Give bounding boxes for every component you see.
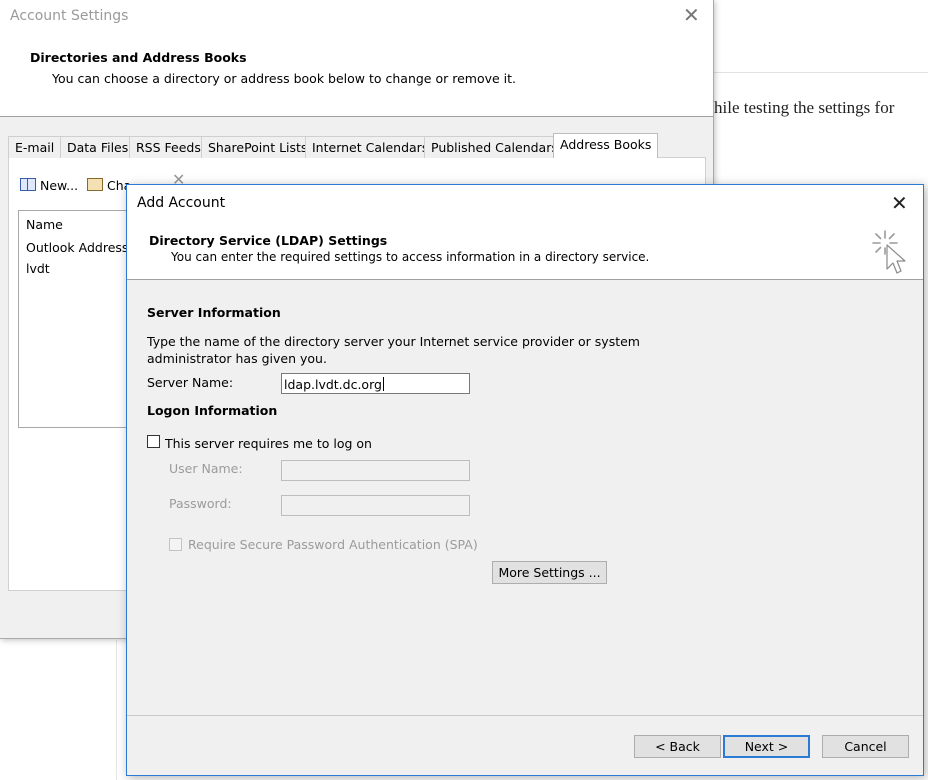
server-description-line2: administrator has given you. <box>147 351 327 366</box>
list-item-lvdt[interactable]: lvdt <box>26 261 50 276</box>
more-settings-button[interactable]: More Settings ... <box>492 561 607 584</box>
logon-information-heading: Logon Information <box>147 403 278 418</box>
user-name-label: User Name: <box>169 461 243 476</box>
cancel-button[interactable]: Cancel <box>822 735 909 758</box>
server-description-line1: Type the name of the directory server yo… <box>147 334 640 349</box>
account-settings-close-icon[interactable]: ✕ <box>683 5 700 25</box>
change-icon <box>87 178 103 191</box>
server-information-heading: Server Information <box>147 305 281 320</box>
server-name-value: ldap.lvdt.dc.org <box>284 377 384 392</box>
add-account-title: Add Account <box>137 195 226 211</box>
requires-logon-checkbox[interactable] <box>147 435 160 448</box>
tab-email[interactable]: E-mail <box>8 136 62 158</box>
account-settings-header: Directories and Address Books You can ch… <box>0 34 713 117</box>
server-name-label: Server Name: <box>147 375 234 390</box>
change-address-book-button[interactable]: Cha <box>87 178 131 193</box>
document-divider <box>714 72 928 73</box>
next-button[interactable]: Next > <box>723 735 810 758</box>
back-button[interactable]: < Back <box>634 735 721 758</box>
new-address-book-button[interactable]: New... <box>20 178 78 193</box>
account-settings-title: Account Settings <box>10 8 129 24</box>
account-settings-header-title: Directories and Address Books <box>30 50 247 65</box>
server-name-input[interactable]: ldap.lvdt.dc.org <box>281 373 470 394</box>
user-name-input[interactable] <box>281 460 470 481</box>
requires-logon-label[interactable]: This server requires me to log on <box>165 436 372 451</box>
password-label: Password: <box>169 496 232 511</box>
tab-sharepoint-lists[interactable]: SharePoint Lists <box>201 136 315 158</box>
ldap-settings-title: Directory Service (LDAP) Settings <box>149 233 388 248</box>
document-margin-line <box>116 640 117 780</box>
tab-internet-calendars[interactable]: Internet Calendars <box>305 136 436 158</box>
list-item-outlook-address[interactable]: Outlook Address <box>26 240 128 255</box>
new-button-label: New... <box>40 178 79 193</box>
spa-checkbox[interactable] <box>169 538 182 551</box>
address-book-list: Name Outlook Address lvdt <box>18 210 140 428</box>
account-settings-header-subtitle: You can choose a directory or address bo… <box>52 71 517 86</box>
add-account-titlebar: Add Account ✕ <box>127 185 923 221</box>
dialog-footer-divider <box>127 715 923 716</box>
document-text: hile testing the settings for <box>714 98 895 117</box>
ldap-settings-header: Directory Service (LDAP) Settings You ca… <box>127 221 923 280</box>
tab-rss-feeds[interactable]: RSS Feeds <box>129 136 208 158</box>
password-input[interactable] <box>281 495 470 516</box>
tab-data-files[interactable]: Data Files <box>60 136 136 158</box>
ldap-settings-subtitle: You can enter the required settings to a… <box>171 250 650 264</box>
address-book-icon <box>20 178 36 191</box>
spa-label[interactable]: Require Secure Password Authentication (… <box>188 537 478 552</box>
add-account-close-icon[interactable]: ✕ <box>891 193 908 213</box>
tab-address-books[interactable]: Address Books <box>553 133 659 158</box>
account-settings-titlebar: Account Settings ✕ <box>0 0 713 34</box>
add-account-dialog: Add Account ✕ Directory Service (LDAP) S… <box>126 184 924 776</box>
list-column-header-name[interactable]: Name <box>26 217 63 232</box>
wizard-cursor-icon <box>872 230 906 274</box>
tab-published-calendars[interactable]: Published Calendars <box>424 136 565 158</box>
